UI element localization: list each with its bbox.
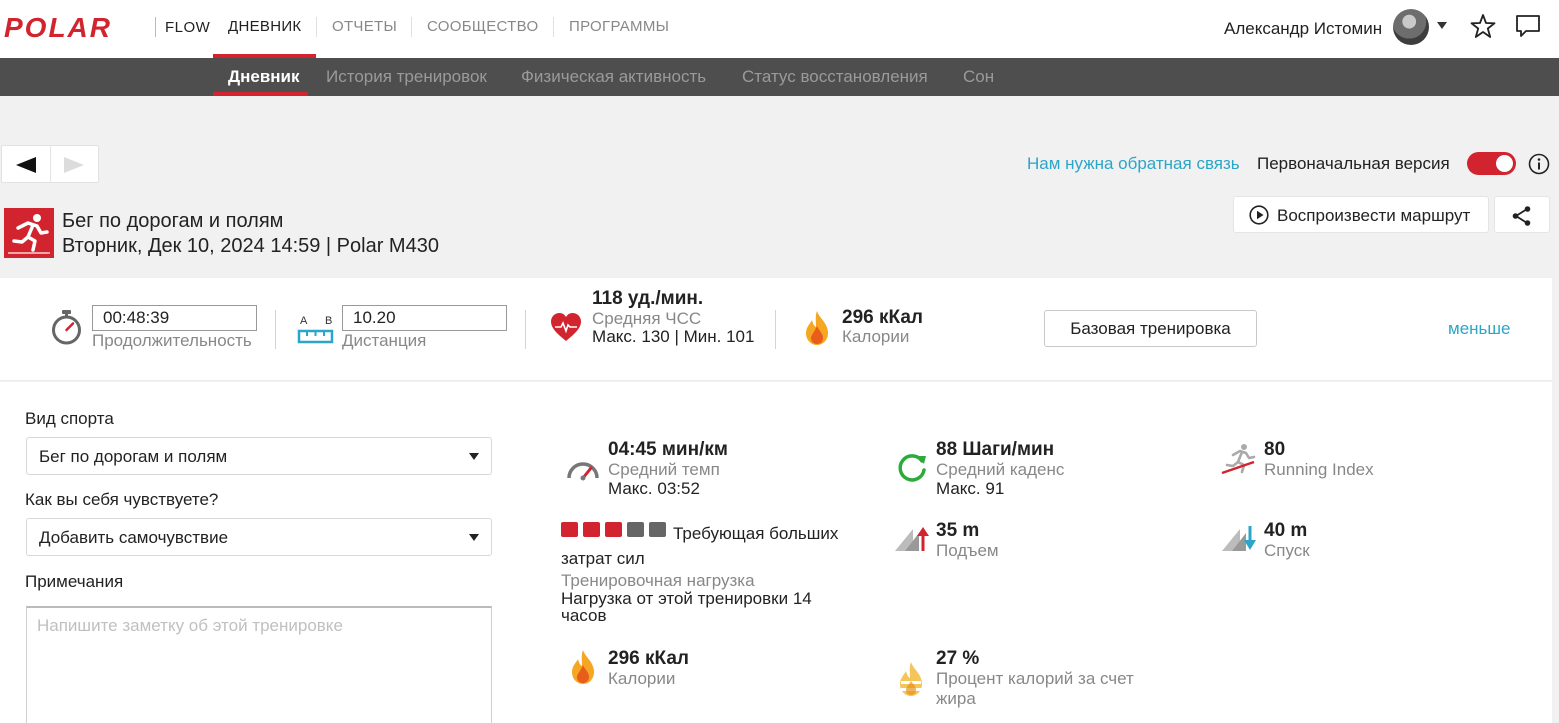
ascent-label: Подъем <box>936 541 999 560</box>
fat-percent-label: Процент калорий за счет жира <box>936 669 1134 708</box>
distance-icon-letter-b: B <box>325 315 332 327</box>
speedometer-icon <box>567 462 599 481</box>
sub-menu-activity[interactable]: Физическая активность <box>521 67 706 87</box>
descent-icon <box>1222 526 1256 551</box>
avg-cadence-value: 88 Шаги/мин <box>936 439 1055 460</box>
sub-menu-training-history[interactable]: История тренировок <box>326 67 487 87</box>
top-menu-reports[interactable]: ОТЧЕТЫ <box>332 18 397 35</box>
heart-icon <box>551 313 581 341</box>
sport-type-label: Вид спорта <box>25 409 114 428</box>
chat-icon[interactable] <box>1515 14 1541 38</box>
arrow-divider <box>50 146 51 182</box>
top-menu-diary[interactable]: ДНЕВНИК <box>228 18 301 35</box>
base-training-button[interactable]: Базовая тренировка <box>1044 310 1257 347</box>
runner-icon <box>4 208 54 258</box>
descent-value: 40 m <box>1264 520 1308 541</box>
original-version-toggle[interactable] <box>1467 152 1516 175</box>
sport-type-value: Бег по дорогам и полям <box>39 447 228 466</box>
original-version-label: Первоначальная версия <box>1257 154 1450 173</box>
ascent-value: 35 m <box>936 520 980 541</box>
chevron-down-icon[interactable] <box>1437 22 1447 29</box>
ascent-icon <box>895 527 929 551</box>
top-menu-community[interactable]: СООБЩЕСТВО <box>427 18 538 35</box>
chevron-down-icon <box>469 453 479 460</box>
duration-label: Продолжительность <box>92 331 252 350</box>
running-index-label: Running Index <box>1264 460 1374 479</box>
training-load-recovery: Нагрузка от этой тренировки 14 часов <box>561 589 812 625</box>
summary-card: Продолжительность A B Дистанция 118 уд./… <box>0 278 1552 381</box>
fat-percent-value: 27 % <box>936 648 980 669</box>
polar-logo[interactable]: POLAR <box>4 12 146 42</box>
notes-label: Примечания <box>25 572 124 591</box>
summary-calories-value: 296 кКал <box>842 307 923 328</box>
distance-ab-icon: A B <box>297 315 334 344</box>
training-load-text: Требующая больших затрат сил <box>561 524 839 568</box>
cadence-icon <box>898 454 926 482</box>
avg-pace-value: 04:45 мин/км <box>608 439 728 460</box>
menu-divider <box>316 17 317 37</box>
details-panel: Вид спорта Бег по дорогам и полям Как вы… <box>0 382 1552 723</box>
feedback-link[interactable]: Нам нужна обратная связь <box>1027 154 1240 174</box>
session-title: Бег по дорогам и полям <box>62 210 284 232</box>
max-pace: Макс. 03:52 <box>608 479 700 498</box>
calories-value: 296 кКал <box>608 648 689 669</box>
max-cadence: Макс. 91 <box>936 479 1005 498</box>
star-icon[interactable] <box>1470 13 1496 39</box>
summary-divider <box>775 310 776 349</box>
summary-divider <box>275 310 276 349</box>
notes-textarea[interactable] <box>26 606 492 723</box>
sub-menu-sleep[interactable]: Сон <box>963 67 994 87</box>
fat-flame-icon <box>900 662 922 696</box>
sub-menu-active-indicator <box>213 92 308 96</box>
top-menu-programs[interactable]: ПРОГРАММЫ <box>569 18 669 35</box>
avg-cadence-label: Средний каденс <box>936 460 1065 479</box>
next-arrow-icon[interactable] <box>64 157 84 173</box>
distance-label: Дистанция <box>342 331 427 350</box>
feeling-select[interactable]: Добавить самочувствие <box>26 518 492 556</box>
previous-arrow-icon[interactable] <box>16 157 36 173</box>
info-icon[interactable] <box>1528 153 1550 175</box>
running-index-value: 80 <box>1264 439 1286 460</box>
avg-heart-rate-value: 118 уд./мин. <box>592 288 704 309</box>
descent-label: Спуск <box>1264 541 1310 560</box>
calories-label: Калории <box>608 669 676 688</box>
share-button[interactable] <box>1494 196 1550 233</box>
stopwatch-icon <box>52 310 81 345</box>
avg-heart-rate-label: Средняя ЧСС <box>592 309 702 328</box>
chevron-down-icon <box>469 534 479 541</box>
logo-text: POLAR <box>4 12 112 42</box>
running-index-icon <box>1221 444 1256 475</box>
replay-route-button[interactable]: Воспроизвести маршрут <box>1233 196 1489 233</box>
session-subtitle: Вторник, Дек 10, 2024 14:59 | Polar M430 <box>62 235 439 257</box>
user-name[interactable]: Александр Истомин <box>1224 19 1382 39</box>
menu-divider <box>553 17 554 37</box>
replay-route-label: Воспроизвести маршрут <box>1277 206 1471 225</box>
flame-icon <box>806 311 828 345</box>
flame-icon <box>572 650 594 684</box>
sub-menu-diary[interactable]: Дневник <box>228 67 300 87</box>
duration-field[interactable] <box>92 305 257 331</box>
feeling-value: Добавить самочувствие <box>39 528 229 547</box>
heart-rate-min-max: Макс. 130 | Мин. 101 <box>592 327 755 346</box>
play-icon <box>1249 205 1269 225</box>
distance-icon-letter-a: A <box>300 315 308 327</box>
avatar[interactable] <box>1393 9 1429 45</box>
top-navigation: POLAR FLOW ДНЕВНИК ОТЧЕТЫ СООБЩЕСТВО ПРО… <box>0 0 1559 58</box>
summary-calories-label: Калории <box>842 327 910 346</box>
sub-navigation: Дневник История тренировок Физическая ак… <box>0 58 1559 96</box>
menu-divider <box>411 17 412 37</box>
logo-divider <box>155 17 156 37</box>
session-nav-arrows <box>1 145 99 183</box>
training-load-label: Тренировочная нагрузка <box>561 571 755 590</box>
sport-type-select[interactable]: Бег по дорогам и полям <box>26 437 492 475</box>
distance-field[interactable] <box>342 305 507 331</box>
product-name: FLOW <box>165 19 211 36</box>
toggle-knob <box>1496 155 1513 172</box>
sub-menu-recovery[interactable]: Статус восстановления <box>742 67 928 87</box>
summary-divider <box>525 310 526 349</box>
share-icon <box>1512 206 1531 226</box>
feeling-label: Как вы себя чувствуете? <box>25 490 219 509</box>
show-less-link[interactable]: меньше <box>1448 319 1510 339</box>
avg-pace-label: Средний темп <box>608 460 720 479</box>
